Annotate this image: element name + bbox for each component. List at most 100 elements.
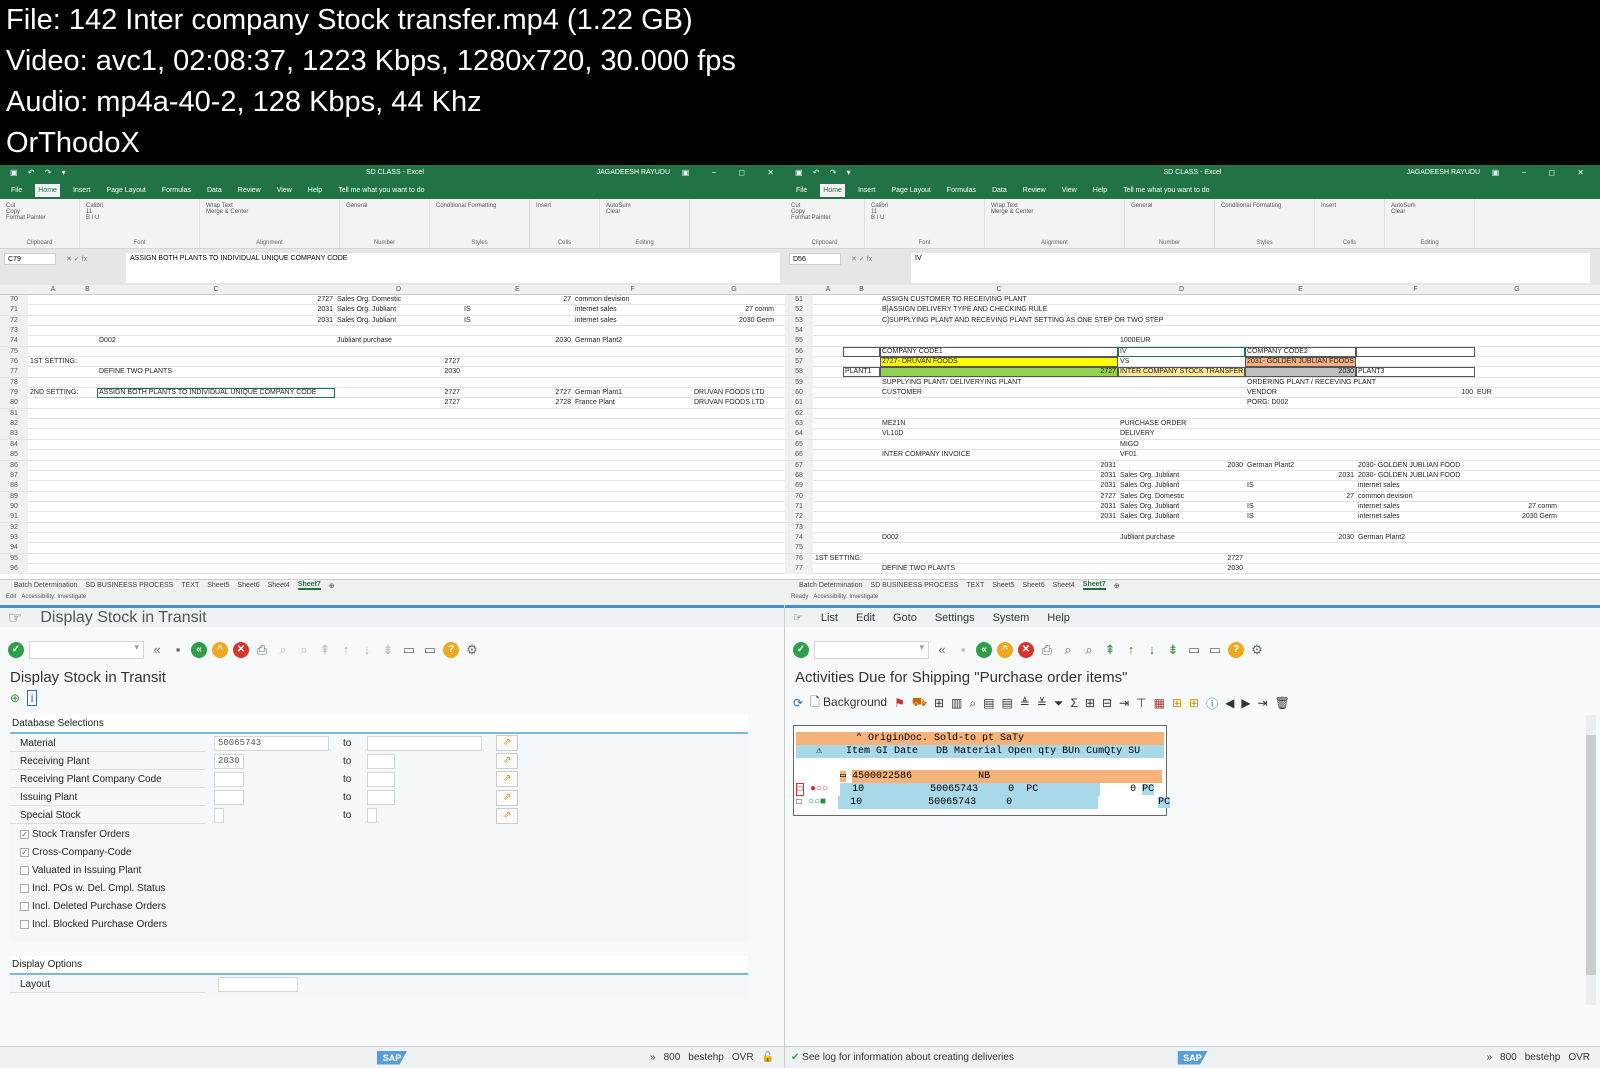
cell[interactable]: COMPANY CODE2 — [1247, 348, 1308, 355]
cell[interactable]: VENDOR — [1247, 389, 1277, 396]
menu-goto[interactable]: Goto — [893, 612, 917, 624]
column-header[interactable]: B — [78, 286, 97, 293]
delete-icon[interactable]: 🗑 — [1275, 696, 1290, 710]
row-number[interactable]: 92 — [0, 522, 28, 533]
row-number[interactable]: 69 — [785, 481, 813, 492]
row-number[interactable]: 75 — [785, 543, 813, 554]
cell[interactable]: 2030 — [335, 368, 460, 375]
checkbox-option[interactable]: Incl. Blocked Purchase Orders — [10, 916, 748, 934]
row-number[interactable]: 79 — [0, 388, 28, 399]
truck-icon[interactable]: ⛟ — [912, 695, 927, 711]
tab-formulas[interactable]: Formulas — [944, 184, 979, 197]
name-box[interactable]: D56 — [789, 253, 841, 265]
sheet-tab[interactable]: TEXT — [181, 582, 199, 589]
row-number[interactable]: 55 — [785, 336, 813, 347]
cell[interactable]: IS — [464, 317, 471, 324]
add-sheet-icon[interactable]: ⊕ — [329, 582, 335, 590]
row-number[interactable]: 78 — [0, 377, 28, 388]
column-header[interactable]: G — [692, 286, 776, 293]
execute-icon[interactable]: ⊕ — [10, 691, 20, 705]
tab-review[interactable]: Review — [235, 184, 264, 197]
checkbox[interactable] — [20, 884, 29, 894]
new-session-icon[interactable]: ▭ — [1186, 642, 1202, 658]
shortcut-icon[interactable]: ▭ — [422, 642, 438, 658]
tab-page-layout[interactable]: Page Layout — [888, 184, 933, 197]
cell[interactable]: IS — [464, 306, 471, 313]
cell[interactable]: DELIVERY — [1120, 430, 1155, 437]
cell[interactable]: internet sales — [575, 306, 617, 313]
command-field[interactable]: ▾ — [29, 641, 144, 659]
column-header[interactable]: F — [1356, 286, 1475, 293]
sheet-tab[interactable]: SD BUSINEESS PROCESS — [870, 582, 958, 589]
sheet-tab[interactable]: Sheet7 — [1082, 581, 1106, 590]
prev-page-icon[interactable]: ↑ — [1123, 642, 1139, 658]
cell[interactable]: German Plant2 — [575, 337, 622, 344]
checkbox[interactable]: ✓ — [20, 829, 29, 839]
row-number[interactable]: 75 — [0, 346, 28, 357]
checkbox-option[interactable]: Incl. POs w. Del. Cmpl. Status — [10, 880, 748, 898]
cell[interactable]: VL10D — [882, 430, 903, 437]
cell[interactable]: German Plant2 — [1247, 462, 1294, 469]
checkbox-option[interactable]: Incl. Deleted Purchase Orders — [10, 898, 748, 916]
row-number[interactable]: 54 — [785, 326, 813, 337]
vertical-scrollbar[interactable] — [1586, 715, 1596, 1005]
row-number[interactable]: 68 — [785, 470, 813, 481]
row-number[interactable]: 88 — [0, 481, 28, 492]
cell[interactable]: 2030 — [1245, 534, 1354, 541]
row-number[interactable]: 66 — [785, 450, 813, 461]
find-icon[interactable]: ⌕ — [1060, 642, 1076, 658]
cell[interactable]: 2031 — [880, 482, 1116, 489]
row-number[interactable]: 71 — [785, 501, 813, 512]
row-number[interactable]: 71 — [0, 305, 28, 316]
multiple-selection-icon[interactable]: ⇗ — [496, 735, 518, 752]
save-icon[interactable]: ▪ — [170, 642, 186, 658]
checkbox-option[interactable]: ✓ Cross-Company-Code — [10, 843, 748, 861]
tell-me-search[interactable]: Tell me what you want to do — [335, 184, 427, 197]
cell[interactable]: 2031 — [97, 306, 333, 313]
cell[interactable]: 2030 — [1118, 565, 1243, 572]
cell[interactable]: PURCHASE ORDER — [1120, 420, 1186, 427]
cell[interactable]: internet sales — [1358, 503, 1400, 510]
cell[interactable]: common devision — [1358, 493, 1412, 500]
cell[interactable]: 2030- GOLDEN JUBLIAN FOOD — [1358, 462, 1460, 469]
number-format[interactable]: General — [1131, 203, 1208, 209]
row-number[interactable]: 90 — [0, 501, 28, 512]
layout-icon[interactable]: ⊤ — [1136, 696, 1146, 710]
first-page-icon[interactable]: ⇞ — [1102, 642, 1118, 658]
exit-icon[interactable]: ^ — [212, 642, 228, 658]
cell[interactable]: EUR — [1477, 389, 1492, 396]
deselect-all-icon[interactable]: ▤ — [1001, 696, 1012, 710]
cell[interactable]: 2031 — [1245, 472, 1354, 479]
cell[interactable]: 2727 — [335, 399, 460, 406]
tab-data[interactable]: Data — [989, 184, 1010, 197]
checkbox[interactable] — [20, 920, 29, 930]
shortcut-icon[interactable]: ▭ — [1207, 642, 1223, 658]
cell[interactable]: 2031 — [880, 462, 1116, 469]
row-number[interactable]: 65 — [785, 439, 813, 450]
new-session-icon[interactable]: ▭ — [401, 642, 417, 658]
cell[interactable]: 2031- GOLDEN JUBLIAN FOODS — [1247, 358, 1354, 365]
row-number[interactable]: 81 — [0, 408, 28, 419]
sheet-tab[interactable]: Sheet4 — [268, 582, 290, 589]
column-header[interactable]: C — [97, 286, 335, 293]
sort-desc-icon[interactable]: ≚ — [1037, 696, 1047, 710]
alv-item-row[interactable]: ☐ ○○■ 10 50065743 0 PC — [796, 796, 1171, 809]
cell[interactable]: ME21N — [882, 420, 905, 427]
help-icon[interactable]: ? — [443, 642, 459, 658]
cell[interactable]: 2728 — [462, 399, 571, 406]
cell[interactable]: 2727 — [462, 389, 571, 396]
row-number[interactable]: 77 — [0, 367, 28, 378]
column-header[interactable]: G — [1475, 286, 1559, 293]
filter-icon[interactable]: ⏷ — [1054, 696, 1064, 711]
hierarchy-icon[interactable]: ⊞ — [934, 696, 944, 710]
row-checkbox[interactable]: ☐ — [796, 783, 805, 796]
cell[interactable]: DRUVAN FOODS LTD — [694, 389, 765, 396]
checkbox[interactable]: ✓ — [20, 847, 29, 857]
last-icon[interactable]: ⇥ — [1258, 696, 1268, 710]
tab-insert[interactable]: Insert — [855, 184, 879, 197]
cell[interactable]: DEFINE TWO PLANTS — [882, 565, 955, 572]
cell[interactable]: 2727- DRUVAN FOODS — [882, 358, 958, 365]
cell[interactable]: 100 — [1356, 389, 1473, 396]
command-field[interactable]: ▾ — [814, 641, 929, 659]
cell[interactable]: 2727 — [1118, 555, 1243, 562]
